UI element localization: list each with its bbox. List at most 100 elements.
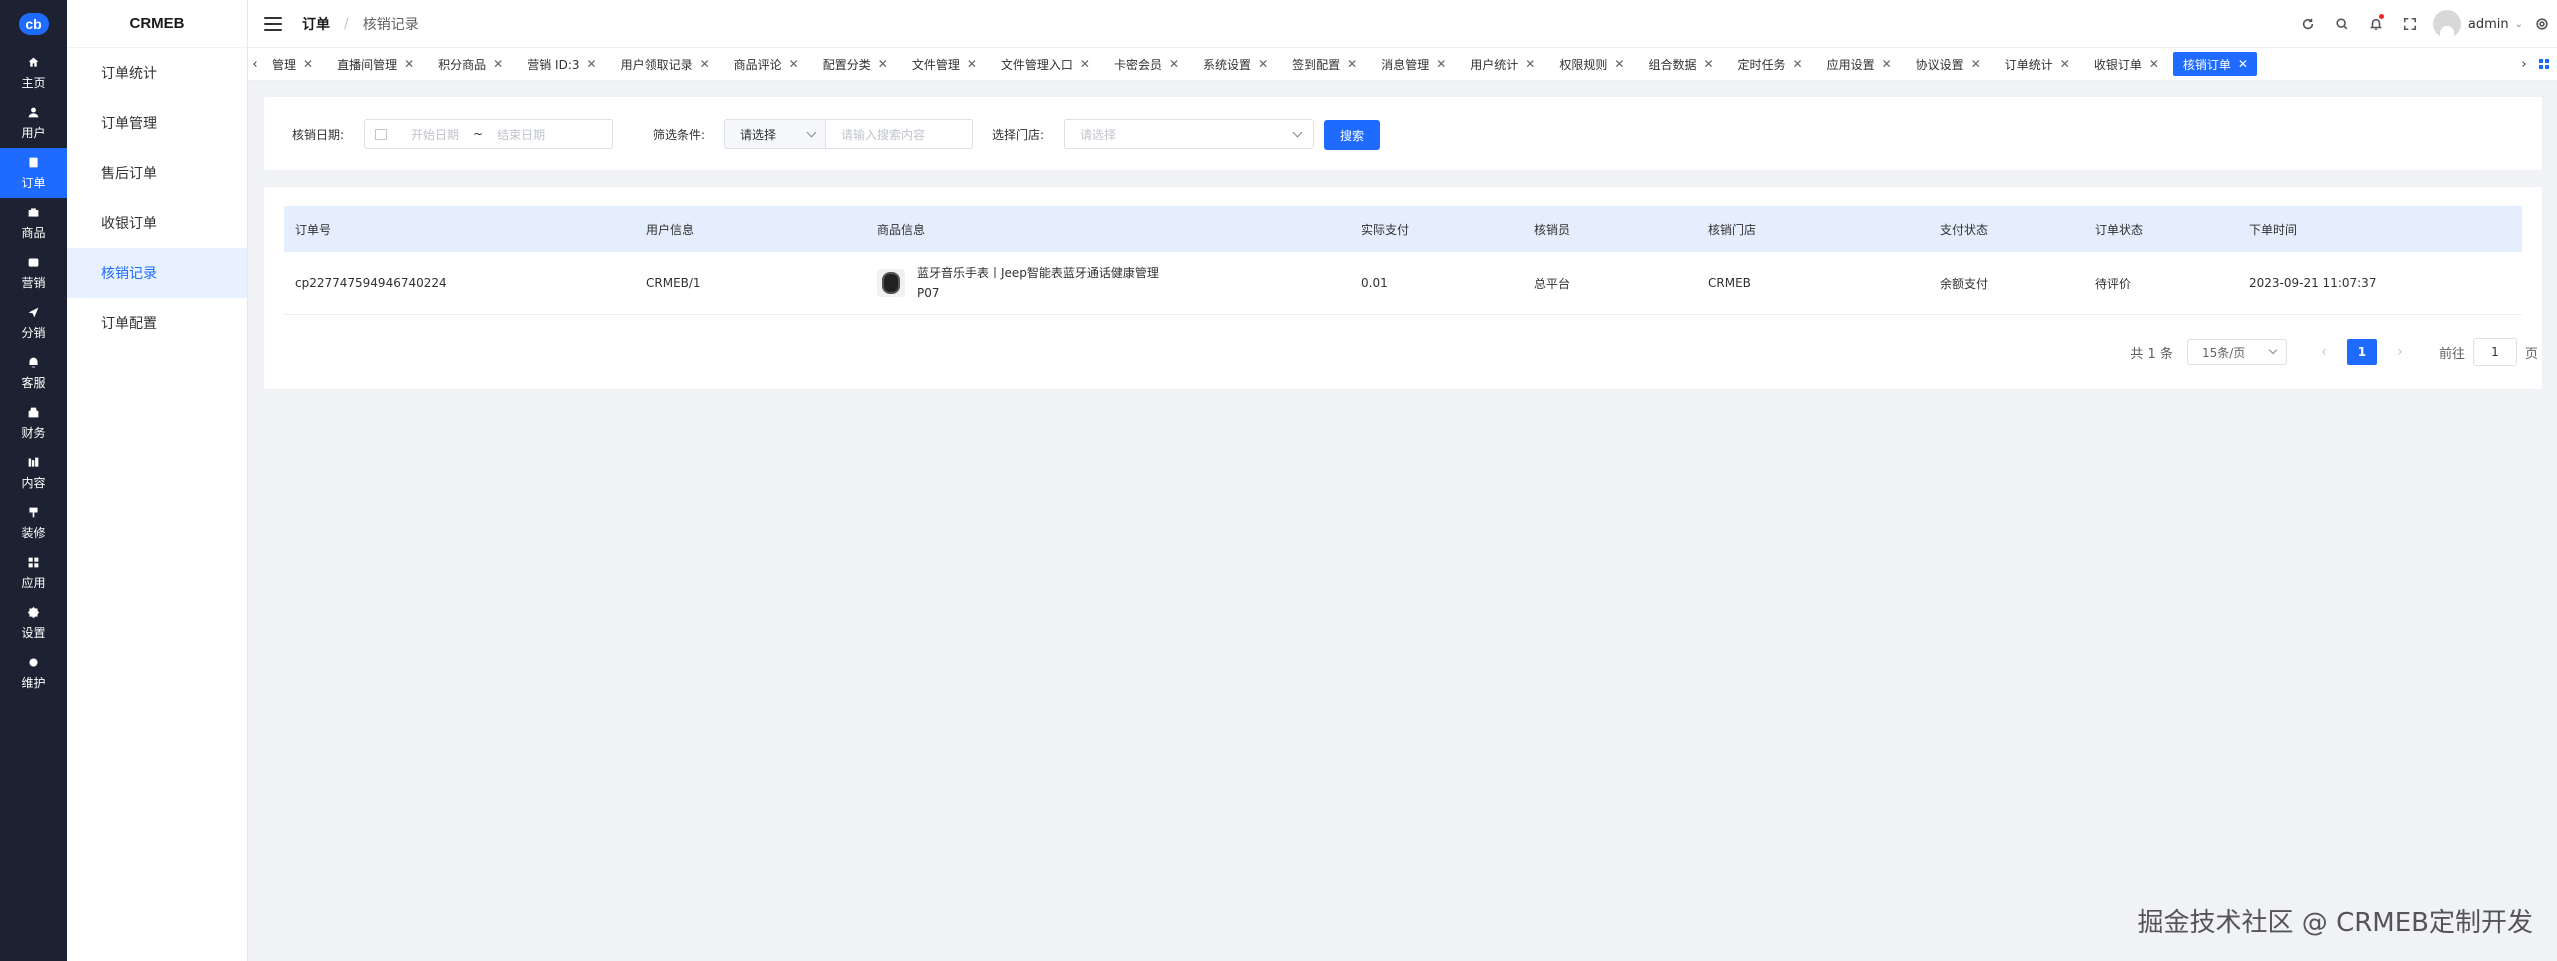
- page-number-current[interactable]: 1: [2346, 339, 2377, 365]
- date-start-input[interactable]: 开始日期: [411, 126, 459, 143]
- tabs-prev-icon[interactable]: ‹: [248, 48, 262, 80]
- avatar[interactable]: [2432, 10, 2461, 38]
- tab-item[interactable]: 应用设置 ✕: [1816, 52, 1901, 76]
- fullscreen-icon[interactable]: [2393, 0, 2427, 48]
- close-icon[interactable]: ✕: [2149, 57, 2159, 71]
- tab-item[interactable]: 商品评论 ✕: [723, 52, 808, 76]
- rail-item-settings[interactable]: 设置: [0, 598, 67, 648]
- rail-item-goods[interactable]: 商品: [0, 198, 67, 248]
- rail-item-maintenance[interactable]: 维护: [0, 648, 67, 698]
- close-icon[interactable]: ✕: [2060, 57, 2070, 71]
- tab-item[interactable]: 组合数据 ✕: [1638, 52, 1723, 76]
- tab-item[interactable]: 直播间管理 ✕: [327, 52, 424, 76]
- tab-label: 协议设置: [1915, 57, 1964, 72]
- rail-item-user[interactable]: 用户: [0, 98, 67, 148]
- notification-bell-icon[interactable]: [2359, 0, 2393, 48]
- tab-label: 商品评论: [733, 57, 782, 72]
- close-icon[interactable]: ✕: [1347, 57, 1357, 71]
- prev-page-icon[interactable]: ‹: [2309, 344, 2339, 360]
- submenu-item[interactable]: 订单配置: [67, 298, 247, 348]
- tab-item[interactable]: 文件管理 ✕: [901, 52, 986, 76]
- rail-item-order[interactable]: 订单: [0, 148, 67, 198]
- close-icon[interactable]: ✕: [1882, 57, 1892, 71]
- close-icon[interactable]: ✕: [1971, 57, 1981, 71]
- close-icon[interactable]: ✕: [1080, 57, 1090, 71]
- tab-item[interactable]: 积分商品 ✕: [428, 52, 513, 76]
- rail-item-label: 应用: [21, 575, 46, 590]
- tab-item[interactable]: 权限规则 ✕: [1549, 52, 1634, 76]
- close-icon[interactable]: ✕: [1169, 57, 1179, 71]
- tabs-next-icon[interactable]: ›: [2517, 48, 2531, 80]
- close-icon[interactable]: ✕: [1793, 57, 1803, 71]
- rail-item-decorate[interactable]: 装修: [0, 498, 67, 548]
- gear-icon[interactable]: [2531, 0, 2553, 48]
- close-icon[interactable]: ✕: [1436, 57, 1446, 71]
- rail-item-content[interactable]: 内容: [0, 448, 67, 498]
- tab-item[interactable]: 收银订单 ✕: [2083, 52, 2168, 76]
- rail-item-service[interactable]: 客服: [0, 348, 67, 398]
- tab-item[interactable]: 系统设置 ✕: [1193, 52, 1278, 76]
- submenu-item[interactable]: 订单统计: [67, 48, 247, 98]
- rail-item-finance[interactable]: 财务: [0, 398, 67, 448]
- date-range-picker[interactable]: 开始日期 ~ 结束日期: [364, 119, 613, 149]
- search-button[interactable]: 搜索: [1324, 120, 1380, 150]
- breadcrumb-order[interactable]: 订单: [302, 14, 330, 34]
- tab-item[interactable]: 协议设置 ✕: [1905, 52, 1990, 76]
- tab-item[interactable]: 核销订单 ✕: [2172, 52, 2257, 76]
- tab-item[interactable]: 订单统计 ✕: [1994, 52, 2079, 76]
- search-icon[interactable]: [2325, 0, 2359, 48]
- search-input[interactable]: 请输入搜索内容: [826, 119, 973, 149]
- submenu-item[interactable]: 核销记录: [67, 248, 247, 298]
- submenu-item[interactable]: 售后订单: [67, 148, 247, 198]
- rail-item-home[interactable]: 主页: [0, 48, 67, 98]
- tab-item[interactable]: 用户统计 ✕: [1460, 52, 1545, 76]
- condition-select[interactable]: 请选择: [724, 119, 826, 149]
- rail-item-label: 设置: [21, 625, 46, 640]
- tab-item[interactable]: 签到配置 ✕: [1282, 52, 1367, 76]
- rail-item-apps[interactable]: 应用: [0, 548, 67, 598]
- tab-item[interactable]: 卡密会员 ✕: [1103, 52, 1189, 76]
- username[interactable]: admin: [2468, 17, 2509, 32]
- refresh-icon[interactable]: [2291, 0, 2325, 48]
- close-icon[interactable]: ✕: [878, 57, 888, 71]
- close-icon[interactable]: ✕: [1258, 57, 1268, 71]
- next-page-icon[interactable]: ›: [2385, 344, 2415, 360]
- tab-item[interactable]: 用户领取记录 ✕: [610, 52, 719, 76]
- tab-item[interactable]: 文件管理入口 ✕: [990, 52, 1099, 76]
- apps-icon: [26, 556, 42, 570]
- menu-toggle-icon[interactable]: [264, 16, 282, 31]
- close-icon[interactable]: ✕: [1703, 57, 1713, 71]
- close-icon[interactable]: ✕: [1614, 57, 1624, 71]
- store-select[interactable]: 请选择: [1064, 119, 1314, 149]
- close-icon[interactable]: ✕: [303, 57, 313, 71]
- close-icon[interactable]: ✕: [789, 57, 799, 71]
- close-icon[interactable]: ✕: [967, 57, 977, 71]
- tab-item[interactable]: 营销 ID:3 ✕: [517, 52, 606, 76]
- tabs-menu-icon[interactable]: [2531, 48, 2557, 80]
- submenu-item[interactable]: 收银订单: [67, 198, 247, 248]
- page-size-select[interactable]: 15条/页: [2186, 339, 2287, 365]
- goto-page-input[interactable]: 1: [2472, 338, 2517, 366]
- chevron-down-icon[interactable]: ⌄: [2515, 19, 2523, 30]
- product-image[interactable]: [877, 269, 905, 297]
- close-icon[interactable]: ✕: [2238, 57, 2248, 71]
- goods-icon: [26, 206, 42, 220]
- tab-item[interactable]: 配置分类 ✕: [812, 52, 897, 76]
- submenu-item[interactable]: 订单管理: [67, 98, 247, 148]
- calendar-icon: [375, 128, 387, 140]
- date-end-input[interactable]: 结束日期: [497, 126, 545, 143]
- app-logo[interactable]: cb: [0, 0, 67, 48]
- settings-icon: [26, 606, 42, 620]
- tab-item[interactable]: 消息管理 ✕: [1371, 52, 1456, 76]
- close-icon[interactable]: ✕: [1525, 57, 1535, 71]
- column-header: 支付状态: [1940, 222, 1989, 237]
- close-icon[interactable]: ✕: [587, 57, 597, 71]
- close-icon[interactable]: ✕: [700, 57, 710, 71]
- tab-item[interactable]: 管理 ✕: [262, 52, 323, 76]
- rail-item-label: 营销: [21, 275, 46, 290]
- rail-item-distribution[interactable]: 分销: [0, 298, 67, 348]
- close-icon[interactable]: ✕: [404, 57, 414, 71]
- close-icon[interactable]: ✕: [493, 57, 503, 71]
- tab-item[interactable]: 定时任务 ✕: [1727, 52, 1812, 76]
- rail-item-marketing[interactable]: 营销: [0, 248, 67, 298]
